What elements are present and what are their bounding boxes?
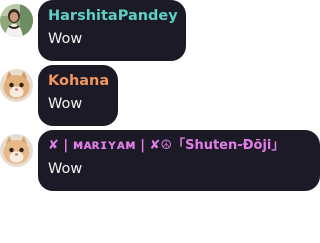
- message-text: Wow: [48, 31, 83, 47]
- message-bubble: ✘ | ᴍᴀʀɪʏᴀᴍ | ✘☮「Shuten-Ðōji」 Wow: [38, 130, 320, 191]
- username[interactable]: HarshitaPandey: [48, 7, 178, 25]
- chat-feed: HarshitaPandey Wow Kohana Wow ✘ | ᴍᴀʀɪʏᴀ…: [0, 0, 320, 243]
- user-avatar[interactable]: [0, 134, 33, 167]
- message-text: Wow: [48, 96, 83, 112]
- user-avatar[interactable]: [0, 69, 33, 102]
- cat-photo-avatar: [0, 69, 33, 102]
- message-text: Wow: [48, 161, 83, 177]
- woman-photo-avatar: [0, 4, 33, 37]
- message-bubble: HarshitaPandey Wow: [38, 0, 186, 61]
- message-bubble: Kohana Wow: [38, 65, 118, 126]
- user-avatar[interactable]: [0, 4, 33, 37]
- username[interactable]: ✘ | ᴍᴀʀɪʏᴀᴍ | ✘☮「Shuten-Ðōji」: [48, 137, 309, 155]
- cat-photo-avatar: [0, 134, 33, 167]
- username[interactable]: Kohana: [48, 72, 109, 90]
